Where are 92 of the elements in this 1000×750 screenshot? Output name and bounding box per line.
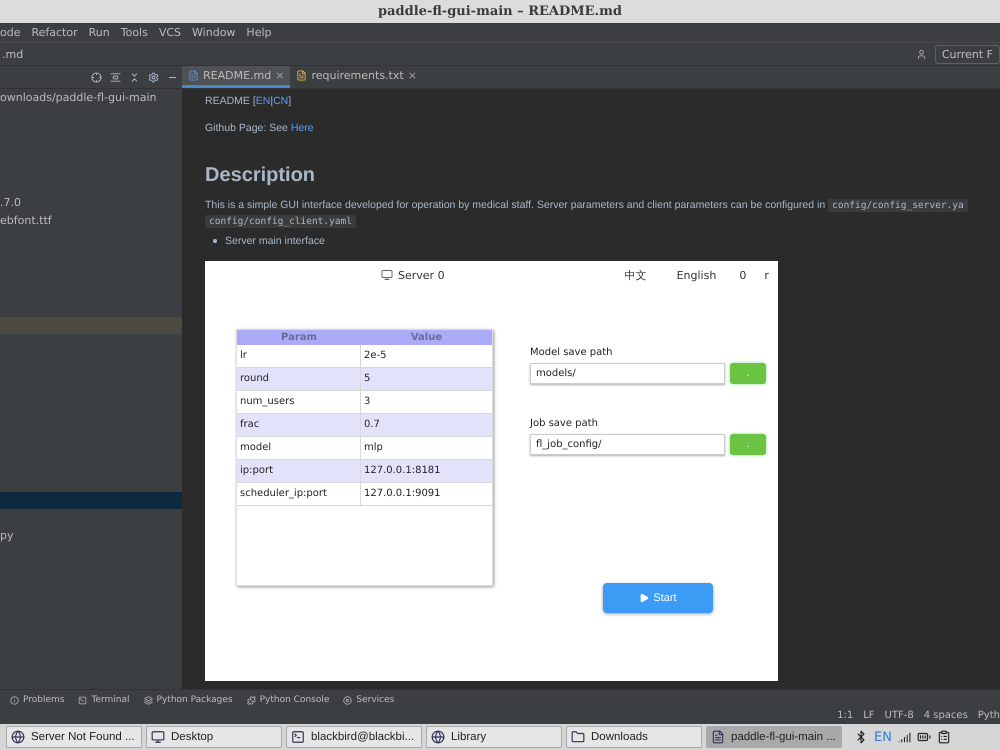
table-cell-text: 127.0.0.1:8181: [363, 464, 442, 478]
app-title: Server 0: [398, 268, 445, 282]
status-item[interactable]: LF: [863, 710, 875, 724]
app-icon: [711, 730, 725, 744]
app-icon: [291, 730, 305, 744]
status-item[interactable]: 4 spaces: [924, 710, 968, 724]
code-span: config/config_server.ya: [828, 199, 968, 212]
run-config-dropdown[interactable]: Current F: [934, 44, 1000, 64]
tree-item[interactable]: .7.0: [0, 196, 21, 209]
path-field[interactable]: fl_job_config/: [530, 434, 725, 455]
table-cell-text: 3: [363, 395, 372, 409]
counter: 0: [739, 268, 746, 282]
tree-item[interactable]: py: [0, 528, 14, 542]
tool-window-tab[interactable]: Terminal: [78, 695, 130, 705]
column-header: Value: [410, 331, 444, 345]
link[interactable]: CN: [273, 95, 288, 107]
taskbar-button[interactable]: Desktop: [146, 726, 282, 748]
status-item[interactable]: 1:1: [837, 710, 854, 724]
file-icon: [296, 70, 308, 81]
menu-item[interactable]: Tools: [120, 26, 148, 39]
path-field[interactable]: models/: [530, 363, 725, 384]
table-cell: lr: [237, 345, 361, 367]
tree-item[interactable]: ebfont.ttf: [0, 214, 52, 226]
crosshair-icon[interactable]: [91, 72, 102, 82]
language-option[interactable]: 中文: [624, 268, 647, 282]
tool-icon: [144, 696, 153, 704]
link[interactable]: Here: [290, 122, 314, 134]
taskbar-button[interactable]: paddle-fl-gui-main ...: [706, 726, 842, 748]
start-button[interactable]: Start: [603, 583, 713, 613]
table-cell: frac: [237, 414, 361, 436]
table-cell: round: [237, 368, 361, 390]
tool-icon: [246, 696, 256, 704]
menu-item[interactable]: Refactor: [31, 26, 78, 39]
battery-icon[interactable]: [916, 730, 931, 744]
taskbar-button[interactable]: Server Not Found ...: [6, 726, 142, 748]
clipboard-icon[interactable]: [936, 730, 951, 744]
github-line: Github Page: See Here: [205, 122, 315, 134]
settings-icon[interactable]: [148, 72, 159, 82]
tool-window-tab[interactable]: Python Packages: [144, 695, 233, 705]
field-label: Job save path: [530, 418, 599, 429]
taskbar-button[interactable]: Library: [426, 726, 562, 748]
tool-icon: [10, 696, 19, 704]
menu-item[interactable]: Window: [192, 26, 236, 39]
table-cell-text: 2e-5: [363, 349, 388, 363]
link[interactable]: EN: [256, 95, 270, 107]
table-cell-text: mlp: [363, 441, 384, 455]
table-cell-text: 0.7: [363, 418, 381, 432]
monitor-icon: [381, 269, 393, 281]
table-cell: model: [237, 437, 361, 459]
readme-language-line: README [EN|CN]: [205, 95, 292, 107]
user-icon[interactable]: [916, 48, 927, 60]
editor-tab[interactable]: requirements.txt ×: [290, 66, 423, 88]
tool-window-tab[interactable]: Python Console: [246, 695, 330, 705]
table-cell: scheduler_ip:port: [237, 483, 361, 505]
app-icon: [431, 730, 445, 744]
app-icon: [571, 730, 585, 744]
heading: Description: [205, 164, 316, 187]
signal-icon[interactable]: [898, 730, 911, 744]
table-cell-text: 127.0.0.1:9091: [363, 487, 442, 501]
taskbar-button[interactable]: Downloads: [566, 726, 702, 748]
editor-tab[interactable]: README.md ×: [182, 66, 290, 88]
play-icon: [639, 593, 650, 603]
window-title: paddle-fl-gui-main – README.md: [378, 4, 622, 19]
table-cell-text: 5: [363, 372, 372, 386]
file-icon: [188, 70, 199, 81]
app-icon: [11, 730, 25, 744]
status-item[interactable]: Pyth: [978, 710, 1000, 724]
header-text: r: [764, 268, 769, 282]
table-cell: ip:port: [237, 460, 361, 482]
tool-icon: [78, 696, 88, 704]
tool-window-tab[interactable]: Problems: [10, 695, 64, 705]
menu-item[interactable]: Run: [88, 26, 110, 39]
tree-item[interactable]: ownloads/paddle-fl-gui-main: [0, 91, 156, 104]
menu-item[interactable]: VCS: [158, 26, 182, 39]
tool-icon: [343, 696, 352, 704]
app-icon: [151, 730, 165, 744]
column-header: Param: [280, 331, 318, 345]
tool-window-tab[interactable]: Services: [343, 695, 394, 705]
language-option[interactable]: English: [676, 268, 716, 282]
paragraph: This is a simple GUI interface developed for operation by medical staff. Server parameters and client parameters can be configured in: [205, 199, 826, 211]
taskbar-button[interactable]: blackbird@blackbi...: [286, 726, 422, 748]
code-span: config/config_client.yaml: [205, 215, 356, 228]
field-label: Model save path: [530, 347, 614, 358]
bullet-text: Server main interface: [225, 235, 325, 247]
collapse-icon[interactable]: [129, 72, 140, 82]
table-cell: num_users: [237, 391, 361, 413]
breadcrumb[interactable]: .md: [2, 48, 24, 60]
status-item[interactable]: UTF-8: [884, 710, 914, 724]
menu-item[interactable]: ode: [0, 26, 20, 39]
expand-icon[interactable]: [110, 72, 121, 82]
keyboard-layout[interactable]: EN: [874, 730, 892, 744]
menu-item[interactable]: Help: [246, 26, 272, 39]
